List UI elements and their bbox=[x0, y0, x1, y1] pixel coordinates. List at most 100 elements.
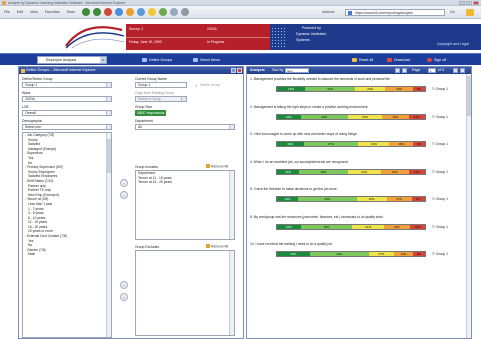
copyright-link[interactable]: Copyright and Legal bbox=[437, 42, 469, 46]
back-icon[interactable] bbox=[82, 8, 90, 16]
remove-exclude-arrow-icon[interactable]: ‹ bbox=[120, 293, 128, 301]
group-swatch-icon bbox=[432, 252, 435, 256]
signoff-button[interactable]: Sign off bbox=[427, 56, 446, 64]
question-text: 3. I feel encouraged to come up with new… bbox=[250, 132, 358, 136]
history-icon[interactable] bbox=[159, 8, 167, 16]
go-button[interactable]: Go bbox=[450, 10, 455, 14]
demographic-list-item[interactable]: Male bbox=[23, 252, 111, 257]
response-bar[interactable]: 16% 35% 21% 18% 10% bbox=[276, 223, 426, 230]
response-segment: 22% bbox=[277, 252, 310, 256]
pencil-icon bbox=[206, 164, 210, 168]
search-icon[interactable] bbox=[137, 8, 145, 16]
first-page-icon[interactable] bbox=[395, 68, 400, 73]
reset-icon bbox=[352, 58, 357, 62]
analysis-results: 1. Management provides the flexibility n… bbox=[248, 75, 465, 337]
menu-item-edit[interactable]: Edit bbox=[17, 10, 23, 14]
response-segment: 8% bbox=[413, 142, 425, 146]
define-select-dropdown[interactable]: Group 1 bbox=[22, 82, 112, 88]
response-bar[interactable]: 22% 40% 17% 13% 8% bbox=[276, 251, 426, 257]
add-exclude-arrow-icon[interactable]: › bbox=[120, 281, 128, 289]
add-include-arrow-icon[interactable]: › bbox=[120, 179, 128, 187]
sort-dropdown[interactable]: Item bbox=[285, 68, 309, 73]
analysis-scrollbar[interactable] bbox=[466, 74, 471, 338]
response-bar[interactable]: 19% 34% 20% 19% 8% bbox=[276, 86, 426, 92]
demographic-list-scrollbar[interactable] bbox=[106, 133, 111, 337]
group-includes-items: Department Tenure at 11 - 15 years Tenure … bbox=[136, 171, 234, 185]
excludes-remove-all-label: Remove All bbox=[211, 244, 229, 249]
demographic-dropdown[interactable]: Select one bbox=[22, 124, 112, 130]
menu-item-view[interactable]: View bbox=[30, 10, 38, 14]
group-includes-list[interactable]: Department Tenure at 11 - 15 years Tenure … bbox=[135, 170, 235, 240]
current-group-input[interactable]: Group 1 bbox=[135, 82, 187, 88]
loe-dropdown[interactable]: Overall bbox=[22, 110, 112, 116]
home-icon[interactable] bbox=[126, 8, 134, 16]
response-bar[interactable]: 16% 32% 23% 18% 11% bbox=[276, 113, 426, 120]
minimize-icon[interactable] bbox=[231, 68, 236, 73]
prev-page-icon[interactable] bbox=[402, 68, 407, 73]
response-segment: 17% bbox=[368, 252, 394, 256]
excludes-remove-all-button[interactable]: Remove All bbox=[206, 244, 228, 249]
response-segment: 11% bbox=[408, 169, 425, 174]
close-icon[interactable] bbox=[237, 68, 242, 73]
menu-item-file[interactable]: File bbox=[4, 10, 10, 14]
response-segment: 18% bbox=[382, 114, 409, 119]
response-bar[interactable]: 15% 33% 22% 19% 11% bbox=[276, 168, 426, 175]
menu-item-favorites[interactable]: Favorites bbox=[45, 10, 60, 14]
forward-icon[interactable] bbox=[93, 8, 101, 16]
response-segment: 20% bbox=[356, 197, 387, 201]
group-swatch-icon bbox=[432, 142, 435, 146]
group-excludes-scrollbar[interactable] bbox=[229, 251, 234, 335]
select-items-button[interactable]: Select Items bbox=[193, 56, 220, 64]
menu-item-tools[interactable]: Tools bbox=[67, 10, 75, 14]
define-groups-button[interactable]: Define Groups bbox=[142, 56, 172, 64]
demographic-list[interactable]: - Job Category (7/8) Hourly Salaried Man… bbox=[22, 132, 112, 338]
current-group-label: Current Group Name bbox=[135, 77, 167, 81]
response-bar[interactable]: 18% 37% 21% 16% 8% bbox=[276, 141, 426, 147]
print-icon[interactable] bbox=[181, 8, 189, 16]
favorites-icon[interactable] bbox=[148, 8, 156, 16]
brand-line-2: Dynamic Institution bbox=[296, 32, 327, 36]
minimize-icon[interactable] bbox=[459, 1, 465, 5]
page-icon bbox=[348, 11, 352, 15]
maximize-icon[interactable] bbox=[466, 1, 472, 5]
group-includes-label: Group Includes bbox=[135, 165, 158, 169]
response-segment: 17% bbox=[386, 197, 412, 201]
project-select[interactable]: Employee Analysis ▾ bbox=[37, 56, 107, 64]
brand-dots bbox=[271, 27, 285, 47]
remove-include-arrow-icon[interactable]: ‹ bbox=[120, 191, 128, 199]
refresh-icon[interactable] bbox=[115, 8, 123, 16]
chevron-down-icon bbox=[106, 125, 111, 129]
group-size-badge: 58557 respondents bbox=[135, 110, 167, 116]
page-input[interactable]: 1 bbox=[428, 68, 436, 73]
groups-icon bbox=[142, 58, 147, 62]
question-text: 6. My workgroup has the resources (perso… bbox=[250, 214, 384, 219]
mail-icon[interactable] bbox=[170, 8, 178, 16]
wave-dropdown[interactable]: 2020A bbox=[22, 96, 112, 102]
scrollbar-thumb[interactable] bbox=[107, 139, 111, 173]
close-icon[interactable] bbox=[473, 1, 479, 5]
scrollbar-thumb[interactable] bbox=[467, 76, 471, 116]
address-bar[interactable]: https://www.bdi.com/reporting/analysis bbox=[345, 9, 445, 16]
group-includes-item[interactable]: Tenure at 16 - 20 years bbox=[136, 180, 234, 185]
delete-group-button[interactable]: ✕ Delete Group bbox=[195, 83, 220, 88]
response-bar[interactable]: 14% 40% 20% 17% 9% bbox=[276, 196, 426, 202]
group-includes-scrollbar[interactable] bbox=[229, 171, 234, 239]
includes-remove-all-button[interactable]: Remove All bbox=[206, 164, 228, 169]
go-icon[interactable] bbox=[466, 9, 474, 16]
group-legend: Group 1 bbox=[432, 252, 448, 256]
define-groups-label: Define Groups bbox=[149, 58, 173, 62]
group-excludes-list[interactable] bbox=[135, 250, 235, 336]
next-page-icon[interactable] bbox=[453, 68, 458, 73]
signoff-icon bbox=[427, 58, 432, 62]
last-page-icon[interactable] bbox=[460, 68, 465, 73]
reset-button[interactable]: Reset All bbox=[352, 56, 373, 64]
group-legend: Group 1 bbox=[432, 225, 448, 229]
chevron-down-icon bbox=[106, 111, 111, 115]
copy-group-dropdown[interactable]: Select a Group bbox=[135, 96, 187, 102]
header-brand bbox=[270, 24, 389, 50]
department-dropdown[interactable]: All bbox=[135, 124, 235, 130]
group-label: Group 1 bbox=[436, 224, 448, 229]
download-button[interactable]: Download bbox=[387, 56, 410, 64]
group-label: Group 1 bbox=[436, 197, 448, 201]
stop-icon[interactable] bbox=[104, 8, 112, 16]
